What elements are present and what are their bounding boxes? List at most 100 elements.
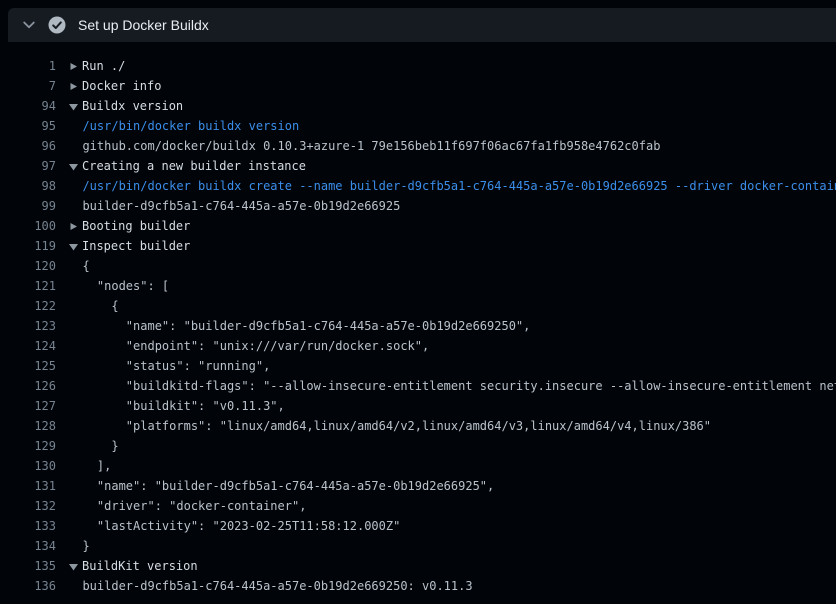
line-number[interactable]: 121 (0, 276, 56, 296)
log-line: 96 github.com/docker/buildx 0.10.3+azure… (0, 136, 836, 156)
log-group-header[interactable]: Run ./ (68, 56, 125, 76)
triangle-right-icon (68, 81, 78, 92)
log-text-output: ], (68, 456, 111, 476)
log-group-header[interactable]: Booting builder (68, 216, 190, 236)
log-text-output: "driver": "docker-container", (68, 496, 306, 516)
log-text-output: "platforms": "linux/amd64,linux/amd64/v2… (68, 416, 711, 436)
log-text-command: /usr/bin/docker buildx version (68, 116, 299, 136)
line-number[interactable]: 99 (0, 196, 56, 216)
line-number[interactable]: 1 (0, 56, 56, 76)
log-line: 122 { (0, 296, 836, 316)
line-number[interactable]: 94 (0, 96, 56, 116)
line-number[interactable]: 100 (0, 216, 56, 236)
log-text-output: "buildkit": "v0.11.3", (68, 396, 285, 416)
line-number[interactable]: 119 (0, 236, 56, 256)
log-text-output: "status": "running", (68, 356, 270, 376)
log-line: 98 /usr/bin/docker buildx create --name … (0, 176, 836, 196)
log-text-output: "lastActivity": "2023-02-25T11:58:12.000… (68, 516, 400, 536)
log-line: 128 "platforms": "linux/amd64,linux/amd6… (0, 416, 836, 436)
log-text-output: "nodes": [ (68, 276, 169, 296)
triangle-down-icon (68, 561, 78, 572)
log-line: 124 "endpoint": "unix:///var/run/docker.… (0, 336, 836, 356)
log-text-output: "name": "builder-d9cfb5a1-c764-445a-a57e… (68, 316, 530, 336)
log-text-output: } (68, 536, 90, 556)
log-line: 100 Booting builder (0, 216, 836, 236)
line-number[interactable]: 97 (0, 156, 56, 176)
log-line: 1 Run ./ (0, 56, 836, 76)
log-line: 7 Docker info (0, 76, 836, 96)
log-group-header[interactable]: BuildKit version (68, 556, 198, 576)
line-number[interactable]: 95 (0, 116, 56, 136)
triangle-down-icon (68, 101, 78, 112)
log-line: 132 "driver": "docker-container", (0, 496, 836, 516)
line-number[interactable]: 130 (0, 456, 56, 476)
line-number[interactable]: 133 (0, 516, 56, 536)
log-group-header[interactable]: Buildx version (68, 96, 183, 116)
line-number[interactable]: 7 (0, 76, 56, 96)
log-line: 123 "name": "builder-d9cfb5a1-c764-445a-… (0, 316, 836, 336)
log-line: 125 "status": "running", (0, 356, 836, 376)
check-circle-icon (48, 16, 66, 34)
log-text-output: "buildkitd-flags": "--allow-insecure-ent… (68, 376, 836, 396)
log-area: 1Run ./7Docker info94Buildx version95 /u… (0, 42, 836, 604)
group-title: Docker info (82, 76, 161, 96)
step-title: Set up Docker Buildx (78, 17, 209, 33)
log-text-output: { (68, 256, 90, 276)
group-title: Inspect builder (82, 236, 190, 256)
log-group-header[interactable]: Creating a new builder instance (68, 156, 306, 176)
line-number[interactable]: 98 (0, 176, 56, 196)
line-number[interactable]: 123 (0, 316, 56, 336)
triangle-down-icon (68, 161, 78, 172)
log-line: 133 "lastActivity": "2023-02-25T11:58:12… (0, 516, 836, 536)
log-text-output: builder-d9cfb5a1-c764-445a-a57e-0b19d2e6… (68, 576, 473, 596)
log-line: 119 Inspect builder (0, 236, 836, 256)
log-text-output: github.com/docker/buildx 0.10.3+azure-1 … (68, 136, 660, 156)
log-line: 121 "nodes": [ (0, 276, 836, 296)
log-line: 99 builder-d9cfb5a1-c764-445a-a57e-0b19d… (0, 196, 836, 216)
log-line: 136 builder-d9cfb5a1-c764-445a-a57e-0b19… (0, 576, 836, 596)
chevron-down-icon[interactable] (21, 17, 37, 33)
line-number[interactable]: 125 (0, 356, 56, 376)
log-line: 127 "buildkit": "v0.11.3", (0, 396, 836, 416)
line-number[interactable]: 127 (0, 396, 56, 416)
log-line: 95 /usr/bin/docker buildx version (0, 116, 836, 136)
log-line: 134 } (0, 536, 836, 556)
log-line: 94 Buildx version (0, 96, 836, 116)
line-number[interactable]: 96 (0, 136, 56, 156)
group-title: Buildx version (82, 96, 183, 116)
log-line: 126 "buildkitd-flags": "--allow-insecure… (0, 376, 836, 396)
group-title: Run ./ (82, 56, 125, 76)
log-group-header[interactable]: Docker info (68, 76, 161, 96)
line-number[interactable]: 122 (0, 296, 56, 316)
log-text-output: "endpoint": "unix:///var/run/docker.sock… (68, 336, 429, 356)
line-number[interactable]: 132 (0, 496, 56, 516)
line-number[interactable]: 134 (0, 536, 56, 556)
line-number[interactable]: 136 (0, 576, 56, 596)
triangle-right-icon (68, 221, 78, 232)
line-number[interactable]: 120 (0, 256, 56, 276)
group-title: Creating a new builder instance (82, 156, 306, 176)
log-line: 135 BuildKit version (0, 556, 836, 576)
step-header[interactable]: Set up Docker Buildx (8, 8, 836, 42)
line-number[interactable]: 129 (0, 436, 56, 456)
log-text-output: "name": "builder-d9cfb5a1-c764-445a-a57e… (68, 476, 494, 496)
group-title: Booting builder (82, 216, 190, 236)
triangle-down-icon (68, 241, 78, 252)
log-line: 130 ], (0, 456, 836, 476)
log-text-command: /usr/bin/docker buildx create --name bui… (68, 176, 836, 196)
log-line: 120 { (0, 256, 836, 276)
line-number[interactable]: 128 (0, 416, 56, 436)
log-line: 129 } (0, 436, 836, 456)
group-title: BuildKit version (82, 556, 198, 576)
line-number[interactable]: 126 (0, 376, 56, 396)
triangle-right-icon (68, 61, 78, 72)
line-number[interactable]: 135 (0, 556, 56, 576)
log-text-output: } (68, 436, 119, 456)
line-number[interactable]: 131 (0, 476, 56, 496)
log-text-output: builder-d9cfb5a1-c764-445a-a57e-0b19d2e6… (68, 196, 400, 216)
log-text-output: { (68, 296, 119, 316)
line-number[interactable]: 124 (0, 336, 56, 356)
log-group-header[interactable]: Inspect builder (68, 236, 190, 256)
log-line: 131 "name": "builder-d9cfb5a1-c764-445a-… (0, 476, 836, 496)
log-line: 97 Creating a new builder instance (0, 156, 836, 176)
